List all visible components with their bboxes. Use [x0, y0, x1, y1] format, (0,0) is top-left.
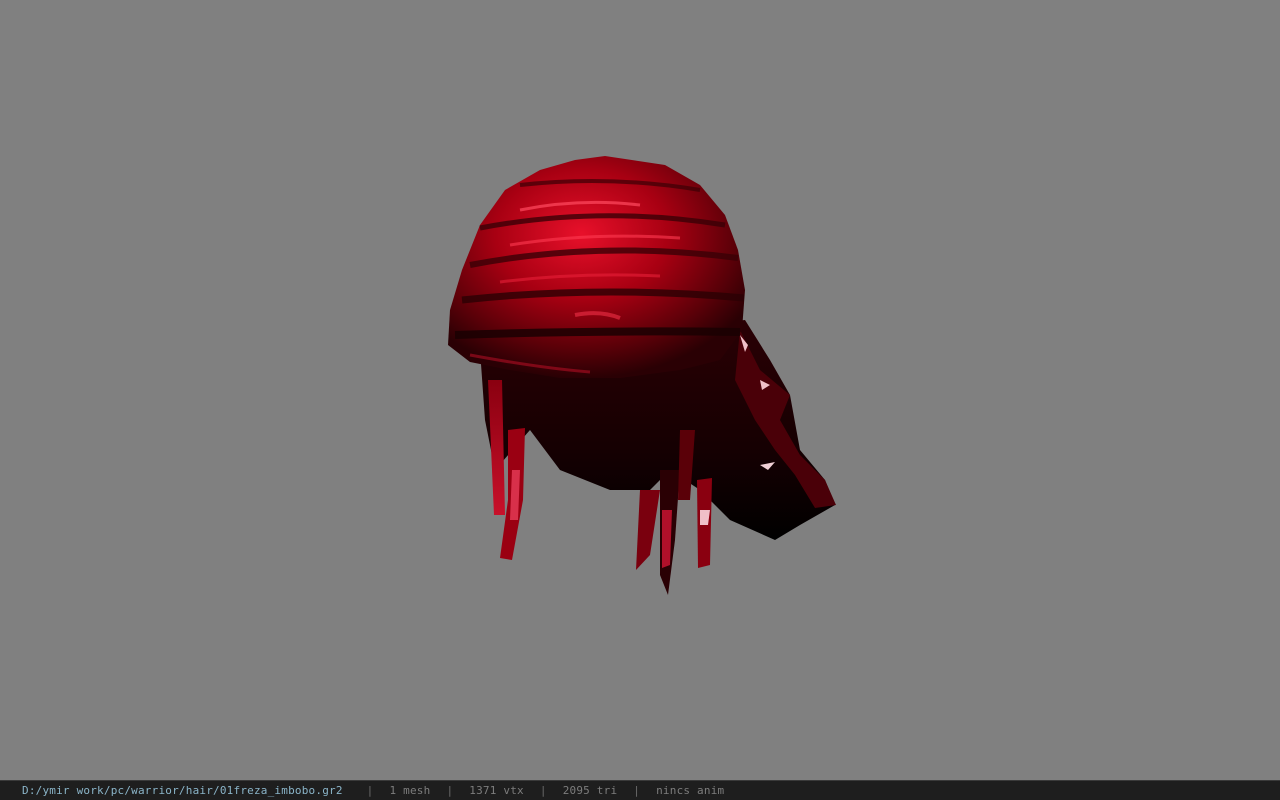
mesh-count: 1 mesh: [389, 784, 431, 797]
vertex-count: 1371 vtx: [469, 784, 524, 797]
separator: |: [446, 784, 454, 797]
separator: |: [539, 784, 547, 797]
triangle-count: 2095 tri: [562, 784, 618, 797]
status-bar: D:/ymir work/pc/warrior/hair/01freza_imb…: [0, 780, 1280, 800]
separator: |: [366, 784, 374, 797]
file-path: D:/ymir work/pc/warrior/hair/01freza_imb…: [22, 784, 343, 797]
separator: |: [633, 784, 641, 797]
anim-status: nincs anim: [656, 784, 725, 797]
3d-viewport[interactable]: [0, 0, 1280, 780]
hair-mesh-icon: [448, 156, 836, 595]
